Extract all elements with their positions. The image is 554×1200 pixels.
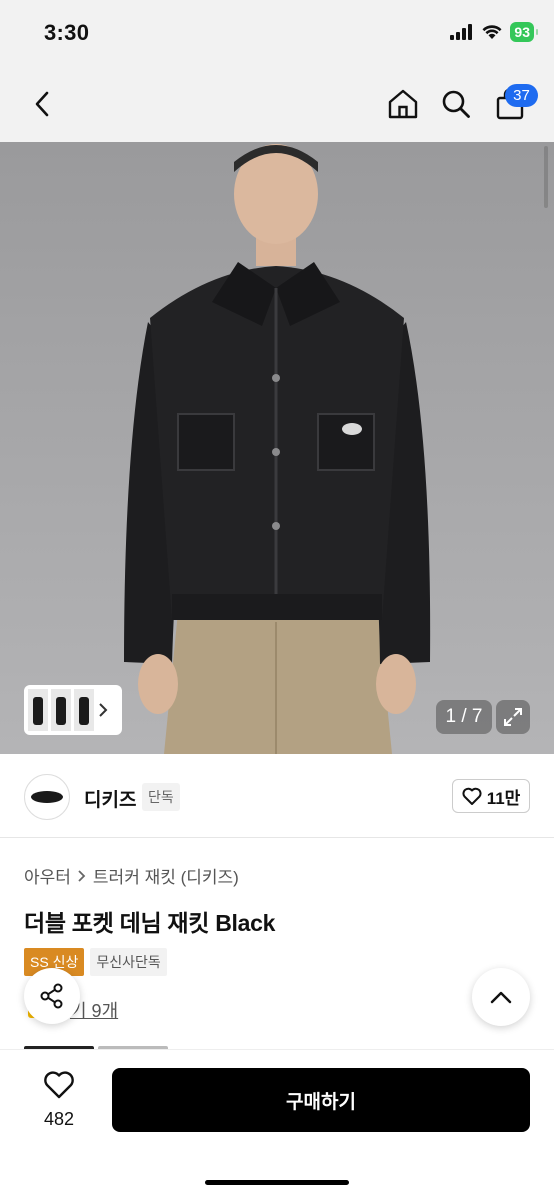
expand-icon xyxy=(504,708,522,726)
home-indicator xyxy=(205,1180,349,1185)
gallery-thumbnail[interactable] xyxy=(28,689,48,731)
breadcrumb-item[interactable]: 트러커 재킷 (디키즈) xyxy=(93,863,239,888)
top-nav-bar xyxy=(0,66,554,142)
gallery-thumbnail[interactable] xyxy=(74,689,94,731)
home-button[interactable] xyxy=(383,84,423,124)
musinsa-exclusive-tag: 무신사단독 xyxy=(90,948,167,976)
chevron-right-icon xyxy=(99,703,108,717)
heart-icon xyxy=(44,1071,74,1099)
buy-button[interactable]: 구매하기 xyxy=(112,1068,530,1132)
gallery-thumbnail[interactable] xyxy=(51,689,71,731)
wifi-icon xyxy=(482,25,502,39)
page-scrollbar[interactable] xyxy=(544,146,548,208)
dickies-logo xyxy=(31,791,63,803)
share-icon xyxy=(40,983,63,1009)
search-button[interactable] xyxy=(436,84,476,124)
search-icon xyxy=(442,90,470,118)
wishlist-count: 482 xyxy=(43,1109,75,1129)
exclusive-tag: 단독 xyxy=(142,783,180,811)
wishlist-button[interactable]: 482 xyxy=(34,1070,84,1130)
chevron-up-icon xyxy=(490,991,512,1004)
model-wearing-jacket-photo xyxy=(0,142,554,754)
back-icon xyxy=(35,91,49,117)
battery-indicator: 93 xyxy=(510,22,538,42)
chevron-right-icon xyxy=(78,869,86,882)
status-icons: 93 xyxy=(450,22,538,42)
breadcrumb-item[interactable]: 아우터 xyxy=(24,863,71,888)
cellular-signal-icon xyxy=(450,24,473,40)
gallery-thumbnails[interactable] xyxy=(24,685,122,735)
back-button[interactable] xyxy=(22,84,62,124)
image-counter: 1 / 7 xyxy=(436,700,492,734)
home-icon xyxy=(388,89,418,119)
brand-name[interactable]: 디키즈 xyxy=(84,785,136,812)
brand-logo[interactable] xyxy=(24,774,70,820)
product-title: 더블 포켓 데님 재킷 Black xyxy=(24,910,276,936)
brand-row: 디키즈 단독 11만 xyxy=(0,754,554,838)
status-time: 3:30 xyxy=(44,20,90,45)
status-bar: 3:30 93 xyxy=(0,0,554,66)
product-image[interactable] xyxy=(0,142,554,754)
scroll-to-top-button[interactable] xyxy=(472,968,530,1026)
purchase-bar: 482 구매하기 xyxy=(0,1049,554,1200)
brand-like-count: 11만 xyxy=(486,788,521,808)
breadcrumb: 아우터 트러커 재킷 (디키즈) xyxy=(24,863,239,888)
expand-image-button[interactable] xyxy=(496,700,530,734)
share-button[interactable] xyxy=(24,968,80,1024)
brand-like-button[interactable]: 11만 xyxy=(452,779,530,813)
cart-count-badge: 37 xyxy=(505,84,538,107)
heart-icon xyxy=(462,787,482,805)
